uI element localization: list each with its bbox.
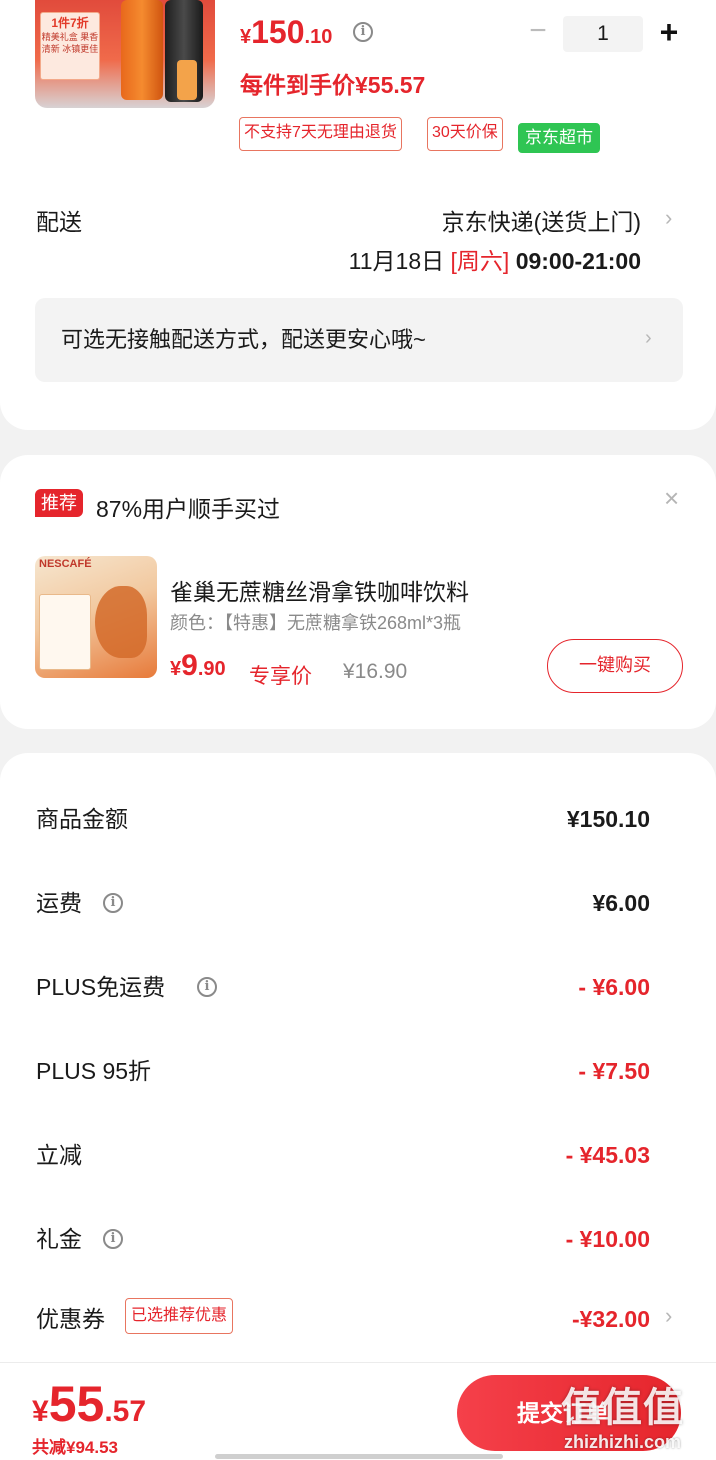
summary-label: PLUS免运费 (36, 974, 166, 1000)
currency-symbol: ¥ (240, 26, 252, 48)
product-card: 1件7折 精美礼盒 果香清新 冰镇更佳 ¥150.10 i 每件到手价¥55.5… (0, 0, 716, 430)
thumbnail-panel (39, 594, 91, 670)
currency-symbol: ¥ (170, 658, 182, 680)
summary-row: PLUS免运费 i - ¥6.00 (0, 969, 716, 1009)
total-price: ¥55.57 (32, 1375, 146, 1433)
recommend-product-name[interactable]: 雀巢无蔗糖丝滑拿铁咖啡饮料 (170, 573, 469, 607)
quantity-increase-button[interactable]: + (654, 14, 684, 50)
brand-logo: NESCAFÉ (39, 558, 92, 570)
contactless-notice-text: 可选无接触配送方式，配送更安心哦~ (61, 327, 426, 352)
quantity-decrease-button[interactable]: − (524, 16, 552, 48)
total-discount[interactable]: 共减¥94.53 (32, 1433, 118, 1458)
recommend-card: 推荐 87%用户顺手买过 × NESCAFÉ 雀巢无蔗糖丝滑拿铁咖啡饮料 颜色：… (0, 455, 716, 729)
price-integer: 150 (251, 14, 305, 50)
no-return-tag: 不支持7天无理由退货 (239, 117, 402, 151)
shipping-fee-info-icon[interactable]: i (103, 893, 123, 913)
thumbnail-badge-title: 1件7折 (51, 16, 89, 30)
home-indicator[interactable] (215, 1454, 503, 1459)
summary-label: 商品金额 (36, 806, 128, 832)
delivery-weekday: [周六] (450, 248, 510, 274)
currency-symbol: ¥ (32, 1395, 49, 1428)
product-thumbnail[interactable]: 1件7折 精美礼盒 果香清新 冰镇更佳 (35, 0, 215, 108)
recommend-product-thumbnail[interactable]: NESCAFÉ (35, 556, 157, 678)
watermark-logo: 值值值 (561, 1386, 684, 1430)
quantity-input[interactable]: 1 (563, 16, 643, 52)
checkout-bar: ¥55.57 共减¥94.53 提交订单 值值值 zhizhizhi.com (0, 1362, 716, 1460)
summary-label: PLUS 95折 (36, 1058, 152, 1084)
recommend-badge: 推荐 (35, 489, 83, 517)
bottle-image (177, 60, 197, 100)
summary-value: - ¥6.00 (578, 974, 650, 1000)
summary-value: ¥150.10 (566, 806, 650, 832)
coupon-row[interactable]: 优惠券 已选推荐优惠 -¥32.00 › (0, 1298, 716, 1341)
summary-value: - ¥45.03 (565, 1142, 650, 1168)
one-click-buy-button[interactable]: 一键购买 (547, 639, 683, 693)
summary-label: 优惠券 (36, 1306, 105, 1332)
recommend-title: 87%用户顺手买过 (96, 496, 281, 522)
recommend-product-price: ¥9.90 (170, 649, 226, 683)
close-icon[interactable]: × (664, 483, 679, 514)
summary-row: 礼金 i - ¥10.00 (0, 1221, 716, 1261)
recommended-coupon-tag: 已选推荐优惠 (125, 1298, 234, 1334)
price-decimal: .57 (104, 1395, 147, 1428)
delivery-time[interactable]: 11月18日 [周六] 09:00-21:00 (349, 242, 641, 276)
recommend-product-spec: 颜色：【特惠】无蔗糖拿铁268ml*3瓶 (170, 613, 462, 633)
chevron-right-icon[interactable]: › (645, 327, 652, 350)
delivery-date: 11月18日 (348, 248, 445, 274)
summary-row: 商品金额 ¥150.10 (0, 801, 716, 841)
original-price: ¥16.90 (343, 660, 408, 683)
summary-row: PLUS 95折 - ¥7.50 (0, 1053, 716, 1093)
shipping-method[interactable]: 京东快递(送货上门) (442, 203, 641, 237)
chevron-right-icon[interactable]: › (665, 205, 672, 231)
price-protection-tag: 30天价保 (427, 117, 503, 151)
per-item-price: 每件到手价¥55.57 (240, 72, 426, 98)
exclusive-price-label: 专享价 (249, 665, 312, 688)
summary-value: - ¥10.00 (565, 1226, 650, 1252)
shipping-label: 配送 (36, 209, 82, 235)
summary-label: 礼金 (36, 1226, 82, 1252)
product-price: ¥150.10 (240, 14, 332, 51)
coffee-splash-image (95, 586, 147, 658)
chevron-right-icon[interactable]: › (665, 1303, 672, 1329)
summary-row: 立减 - ¥45.03 (0, 1137, 716, 1177)
summary-label: 立减 (36, 1142, 82, 1168)
summary-value: -¥32.00 (571, 1306, 650, 1332)
store-tag: 京东超市 (518, 123, 600, 153)
summary-value: - ¥7.50 (578, 1058, 650, 1084)
price-summary-card: 商品金额 ¥150.10 运费 i ¥6.00 PLUS免运费 i - ¥6.0… (0, 753, 716, 1393)
price-integer: 55 (48, 1376, 105, 1432)
summary-row: 运费 i ¥6.00 (0, 885, 716, 925)
gift-money-info-icon[interactable]: i (103, 1229, 123, 1249)
price-decimal: .10 (304, 26, 333, 48)
price-info-icon[interactable]: i (353, 22, 373, 42)
watermark-url: zhizhizhi.com (564, 1432, 681, 1452)
thumbnail-badge-text: 精美礼盒 果香清新 冰镇更佳 (41, 32, 99, 54)
summary-value: ¥6.00 (592, 890, 650, 916)
contactless-delivery-option[interactable]: 可选无接触配送方式，配送更安心哦~ (35, 298, 683, 382)
price-decimal: .90 (197, 658, 226, 680)
bottle-image (121, 0, 163, 100)
thumbnail-promo-badge: 1件7折 精美礼盒 果香清新 冰镇更佳 (40, 12, 100, 80)
delivery-hours: 09:00-21:00 (515, 248, 641, 274)
plus-free-shipping-info-icon[interactable]: i (197, 977, 217, 997)
summary-label: 运费 (36, 890, 82, 916)
price-integer: 9 (181, 649, 198, 682)
